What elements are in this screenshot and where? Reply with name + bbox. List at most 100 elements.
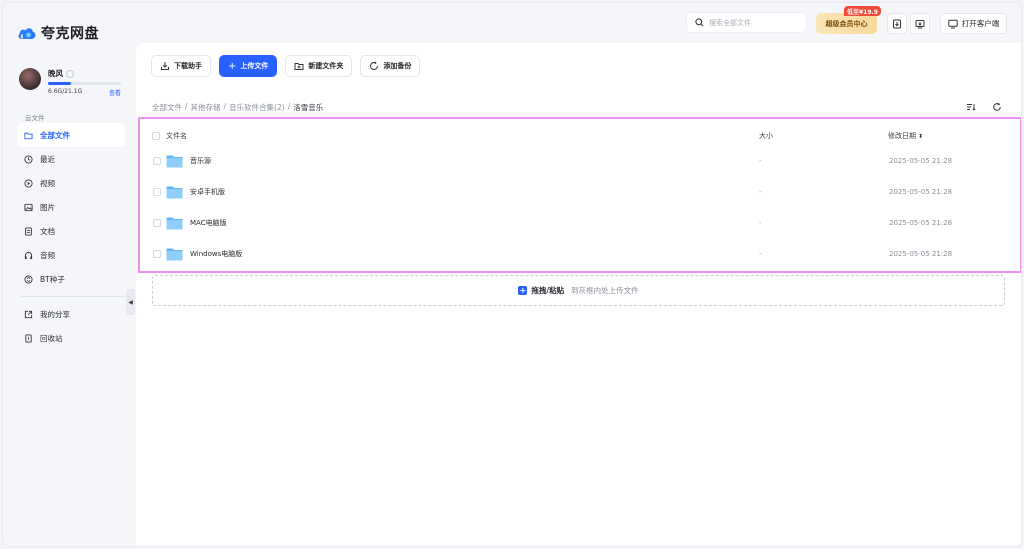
sidebar-item-bt[interactable]: BT种子 [17, 267, 125, 291]
play-icon [24, 178, 33, 188]
file-name[interactable]: 音乐源 [190, 156, 211, 166]
sidebar-item-label: BT种子 [40, 274, 65, 284]
sidebar-item-all-files[interactable]: 全部文件 [17, 123, 125, 147]
sort-desc-icon: ⬍ [918, 132, 924, 140]
folder-plus-icon [294, 63, 304, 70]
column-date-header[interactable]: 修改日期 ⬍ [888, 131, 923, 141]
row-checkbox[interactable] [153, 188, 161, 196]
download-icon [161, 62, 169, 70]
avatar[interactable] [19, 68, 41, 90]
share-icon [24, 310, 33, 318]
sidebar-item-my-shares[interactable]: 我的分享 [17, 302, 125, 326]
sidebar-item-recycle-bin[interactable]: 回收站 [17, 326, 125, 350]
app-name: 夸克网盘 [41, 26, 99, 42]
sort-button[interactable] [962, 99, 980, 115]
user-panel: 晚风 6.6G/21.1G 查看 [19, 68, 123, 97]
open-client-label: 打开客户端 [961, 19, 1000, 28]
sidebar-item-docs[interactable]: 文档 [17, 219, 125, 243]
sidebar-item-label: 全部文件 [40, 130, 70, 140]
download-helper-button[interactable]: 下载助手 [151, 55, 211, 77]
file-name[interactable]: MAC电脑版 [190, 218, 227, 228]
column-date-label: 修改日期 [888, 132, 916, 140]
view-tools [962, 99, 1006, 115]
file-name[interactable]: Windows电脑版 [190, 249, 242, 259]
image-icon [24, 203, 33, 211]
breadcrumb-item[interactable]: 音乐软件合集(2) [229, 102, 285, 113]
table-row[interactable]: Windows电脑版 - 2025-05-05 21:28 [152, 240, 1012, 268]
table-row[interactable]: 安卓手机版 - 2025-05-05 21:28 [152, 178, 1012, 206]
sidebar-item-audio[interactable]: 音频 [17, 243, 125, 267]
refresh-icon [993, 102, 1001, 111]
upload-transfer-button[interactable] [910, 13, 930, 34]
sidebar-item-label: 我的分享 [40, 309, 70, 319]
app-window: 夸克网盘 超级会员中心 低至¥19.9 [2, 2, 1022, 547]
upload-file-label: 上传文件 [240, 62, 269, 70]
folder-icon [166, 155, 183, 168]
refresh-button[interactable] [988, 99, 1006, 115]
folder-icon [24, 132, 33, 139]
row-checkbox[interactable] [153, 157, 161, 165]
file-date: 2025-05-05 21:28 [889, 157, 953, 165]
nav-section-title: 云文件 [25, 114, 45, 122]
trash-icon [25, 333, 32, 343]
storage-quota-text: 6.6G/21.1G [48, 88, 83, 95]
file-list: 文件名 大小 修改日期 ⬍ 音乐源 - 2025-05-05 21:28 安卓手… [138, 117, 1021, 273]
new-folder-button[interactable]: 新建文件夹 [285, 55, 353, 77]
sidebar-item-label: 文档 [40, 226, 55, 236]
column-size-header[interactable]: 大小 [759, 131, 773, 141]
new-folder-label: 新建文件夹 [308, 62, 344, 70]
upload-file-button[interactable]: + 上传文件 [219, 55, 278, 77]
download-transfer-button[interactable] [887, 13, 907, 34]
add-backup-button[interactable]: 添加备份 [360, 55, 421, 77]
breadcrumb-item[interactable]: 全部文件 [152, 102, 182, 113]
chevron-left-icon: ◀ [128, 298, 133, 306]
file-name[interactable]: 安卓手机版 [190, 187, 225, 197]
sidebar-item-images[interactable]: 图片 [17, 195, 125, 219]
search-input[interactable] [709, 18, 794, 27]
dropzone-title: 拖拽/粘贴 [531, 286, 565, 295]
open-client-button[interactable]: 打开客户端 [940, 13, 1007, 34]
sidebar: 晚风 6.6G/21.1G 查看 云文件 全部文件 最近 视频 图片 文档 音频… [3, 43, 135, 546]
file-date: 2025-05-05 21:28 [889, 188, 953, 196]
top-bar: 夸克网盘 超级会员中心 低至¥19.9 [3, 3, 1021, 43]
breadcrumb-current: 洛雪音乐 [293, 103, 324, 112]
sidebar-item-label: 图片 [40, 202, 55, 212]
sidebar-item-recent[interactable]: 最近 [17, 147, 125, 171]
member-badge-icon [66, 69, 74, 78]
user-name: 晚风 [48, 69, 63, 78]
table-row[interactable]: 音乐源 - 2025-05-05 21:28 [152, 147, 1012, 175]
document-icon [25, 226, 32, 236]
search-box[interactable] [686, 12, 807, 33]
breadcrumb-separator: / [223, 102, 227, 111]
storage-quota-fill [48, 82, 71, 85]
headphones-icon [24, 251, 33, 259]
plus-icon: + [228, 60, 237, 72]
vip-center-button[interactable]: 超级会员中心 [816, 13, 877, 34]
add-backup-label: 添加备份 [383, 62, 412, 70]
upload-dropzone[interactable]: + 拖拽/粘贴 到灰框内处上传文件 [152, 275, 1005, 306]
file-size: - [759, 250, 762, 258]
monitor-icon [948, 19, 958, 28]
logo[interactable]: 夸克网盘 [17, 23, 99, 43]
table-row[interactable]: MAC电脑版 - 2025-05-05 21:28 [152, 209, 1012, 237]
sidebar-item-video[interactable]: 视频 [17, 171, 125, 195]
column-name-header[interactable]: 文件名 [166, 131, 187, 141]
breadcrumb-item[interactable]: 其他存储 [191, 102, 221, 113]
view-quota-link[interactable]: 查看 [109, 88, 121, 97]
folder-icon [166, 217, 183, 230]
search-icon [695, 18, 704, 27]
tray-download-icon [915, 19, 925, 28]
sidebar-divider [21, 296, 129, 297]
backup-sync-icon [370, 61, 379, 70]
row-checkbox[interactable] [153, 219, 161, 227]
sidebar-item-label: 回收站 [40, 333, 63, 343]
cloud-logo-icon [18, 28, 36, 39]
file-size: - [759, 188, 762, 196]
plus-square-icon: + [518, 285, 528, 295]
sidebar-collapse-handle[interactable]: ◀ [126, 289, 135, 315]
select-all-checkbox[interactable] [152, 132, 160, 140]
download-box-icon [893, 19, 901, 28]
row-checkbox[interactable] [153, 250, 161, 258]
sidebar-item-label: 最近 [40, 154, 55, 164]
main-panel: 下载助手 + 上传文件 新建文件夹 添加备份 全部文件 / 其他存储 / 音乐软… [136, 43, 1021, 546]
